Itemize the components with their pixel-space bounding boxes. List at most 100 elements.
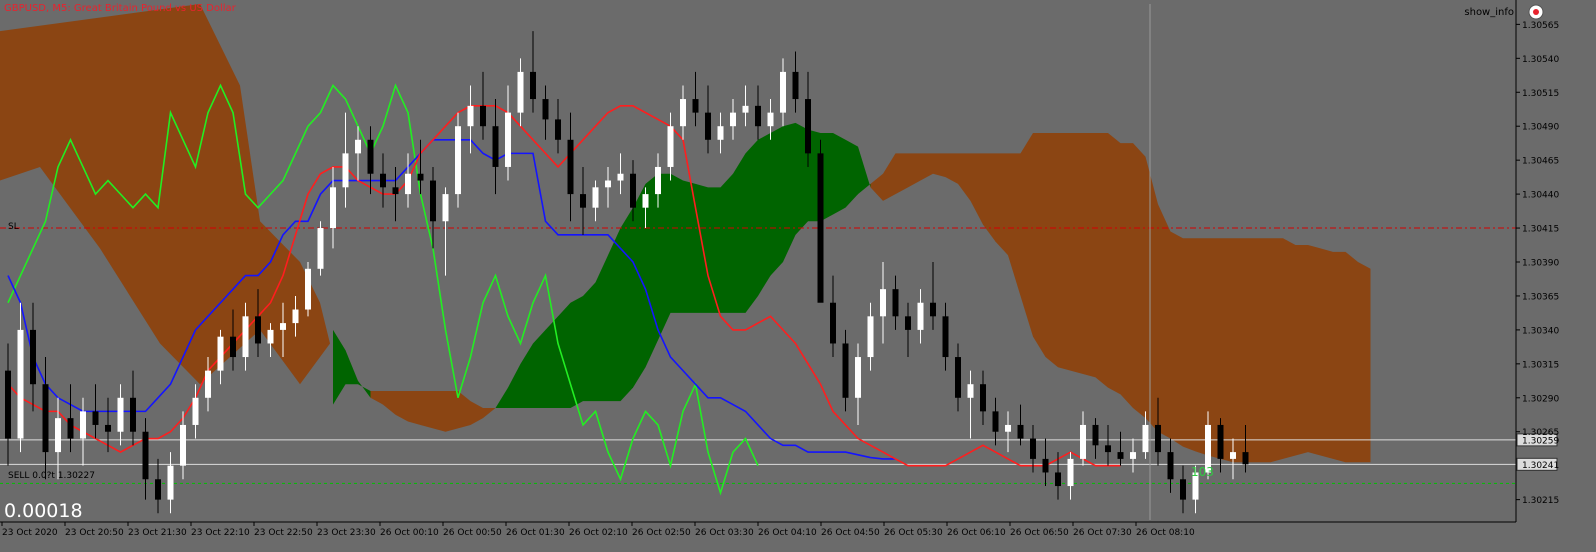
kumo-segment (1358, 262, 1371, 463)
price-tick-label: 1.30265 (1522, 428, 1559, 438)
candle-body (830, 302, 836, 344)
kumo-segment (745, 139, 758, 313)
time-tick-label: 26 Oct 04:50 (821, 528, 880, 538)
candle-body (217, 336, 224, 371)
kumo-segment (770, 126, 783, 276)
price-tick-label: 1.30440 (1522, 191, 1559, 201)
price-tick-label: 1.30540 (1522, 55, 1559, 65)
candle-body (642, 194, 649, 208)
kumo-segment (670, 173, 683, 313)
time-tick-label: 26 Oct 00:10 (380, 528, 439, 538)
candle-body (555, 119, 561, 140)
candle-body (17, 329, 24, 439)
candle-body (1042, 458, 1049, 473)
kumo-segment (1158, 204, 1171, 439)
candle-body (1230, 452, 1236, 459)
candle-body (592, 187, 599, 208)
candle-body (342, 153, 349, 188)
time-tick-label: 23 Oct 21:30 (128, 528, 187, 538)
time-tick-label: 26 Oct 00:50 (443, 528, 502, 538)
kumo-segment (1345, 251, 1358, 463)
candle-body (167, 465, 174, 500)
kumo-segment (1095, 133, 1108, 388)
candle-body (680, 99, 686, 127)
candle-body (817, 153, 824, 303)
candle-body (842, 343, 849, 398)
candle-body (1180, 479, 1186, 500)
candle-body (5, 370, 11, 439)
kumo-segment (995, 153, 1008, 256)
candle-body (967, 384, 974, 398)
kumo-segment (1233, 238, 1246, 463)
kumo-segment (1308, 245, 1321, 456)
candle-body (655, 166, 661, 195)
show-info-button[interactable]: show_info (1464, 7, 1514, 18)
candle-body (105, 424, 111, 432)
kumo-segment (1320, 248, 1333, 459)
candle-body (780, 71, 786, 113)
candle-body (567, 139, 574, 195)
candle-body (280, 323, 286, 330)
kumo-segment (420, 391, 433, 429)
time-tick-label: 23 Oct 23:30 (317, 528, 376, 538)
kumo-segment (933, 153, 946, 178)
price-tick-label: 1.30515 (1522, 89, 1559, 99)
candle-body (1055, 472, 1061, 487)
price-tick-label: 1.30390 (1522, 259, 1559, 269)
candle-body (942, 316, 949, 358)
candle-body (467, 105, 474, 127)
time-tick-label: 26 Oct 04:10 (758, 528, 817, 538)
kumo-segment (408, 391, 421, 425)
candle-body (892, 289, 899, 317)
timer-count: 103 (1191, 465, 1214, 479)
candle-body (1242, 452, 1249, 465)
candle-body (92, 411, 99, 425)
price-tick-label: 1.30340 (1522, 326, 1559, 336)
time-tick-label: 26 Oct 06:10 (947, 528, 1006, 538)
kumo-segment (1295, 245, 1308, 456)
candle-body (267, 329, 274, 344)
time-tick-label: 26 Oct 05:30 (884, 528, 943, 538)
candle-body (180, 424, 186, 466)
kumo-segment (1245, 238, 1258, 463)
candle-body (692, 99, 699, 113)
time-tick-label: 26 Oct 08:10 (1136, 528, 1195, 538)
time-tick-label: 23 Oct 22:50 (254, 528, 313, 538)
price-tick-label: 1.30290 (1522, 394, 1559, 404)
info-gear-icon[interactable] (1528, 4, 1544, 20)
time-tick-label: 23 Oct 20:50 (65, 528, 124, 538)
candle-body (517, 71, 524, 113)
kumo-segment (1195, 238, 1208, 456)
candle-body (667, 126, 674, 167)
sell-order-label: SELL 0.0?t 1.30227 (8, 471, 95, 481)
candle-body (617, 173, 624, 181)
candle-body (442, 194, 449, 222)
candle-body (1117, 452, 1124, 459)
kumo-segment (445, 391, 458, 432)
candle-body (117, 397, 124, 432)
stop-loss-label: SL (8, 222, 19, 232)
kumo-segment (1045, 133, 1058, 368)
candle-body (867, 316, 874, 358)
kumo-segment (620, 207, 633, 402)
kumo-segment (1083, 133, 1096, 378)
candle-body (405, 173, 411, 195)
candle-body (417, 173, 424, 181)
candle-body (480, 105, 486, 127)
candle-body (755, 105, 761, 127)
candle-body (717, 126, 724, 140)
candle-body (367, 139, 374, 174)
kumo-segment (608, 228, 621, 402)
kumo-segment (558, 302, 571, 408)
candle-body (855, 357, 861, 398)
candle-body (742, 105, 749, 113)
candle-body (1130, 452, 1136, 459)
candle-body (730, 112, 736, 127)
price-chart[interactable]: 1.302151.302411.302591.302651.302901.303… (0, 0, 1596, 552)
candle-body (1142, 424, 1149, 453)
kumo-segment (1258, 238, 1271, 463)
kumo-segment (833, 133, 846, 215)
candle-body (392, 187, 399, 195)
kumo-segment (1058, 133, 1071, 371)
candle-body (905, 316, 911, 330)
